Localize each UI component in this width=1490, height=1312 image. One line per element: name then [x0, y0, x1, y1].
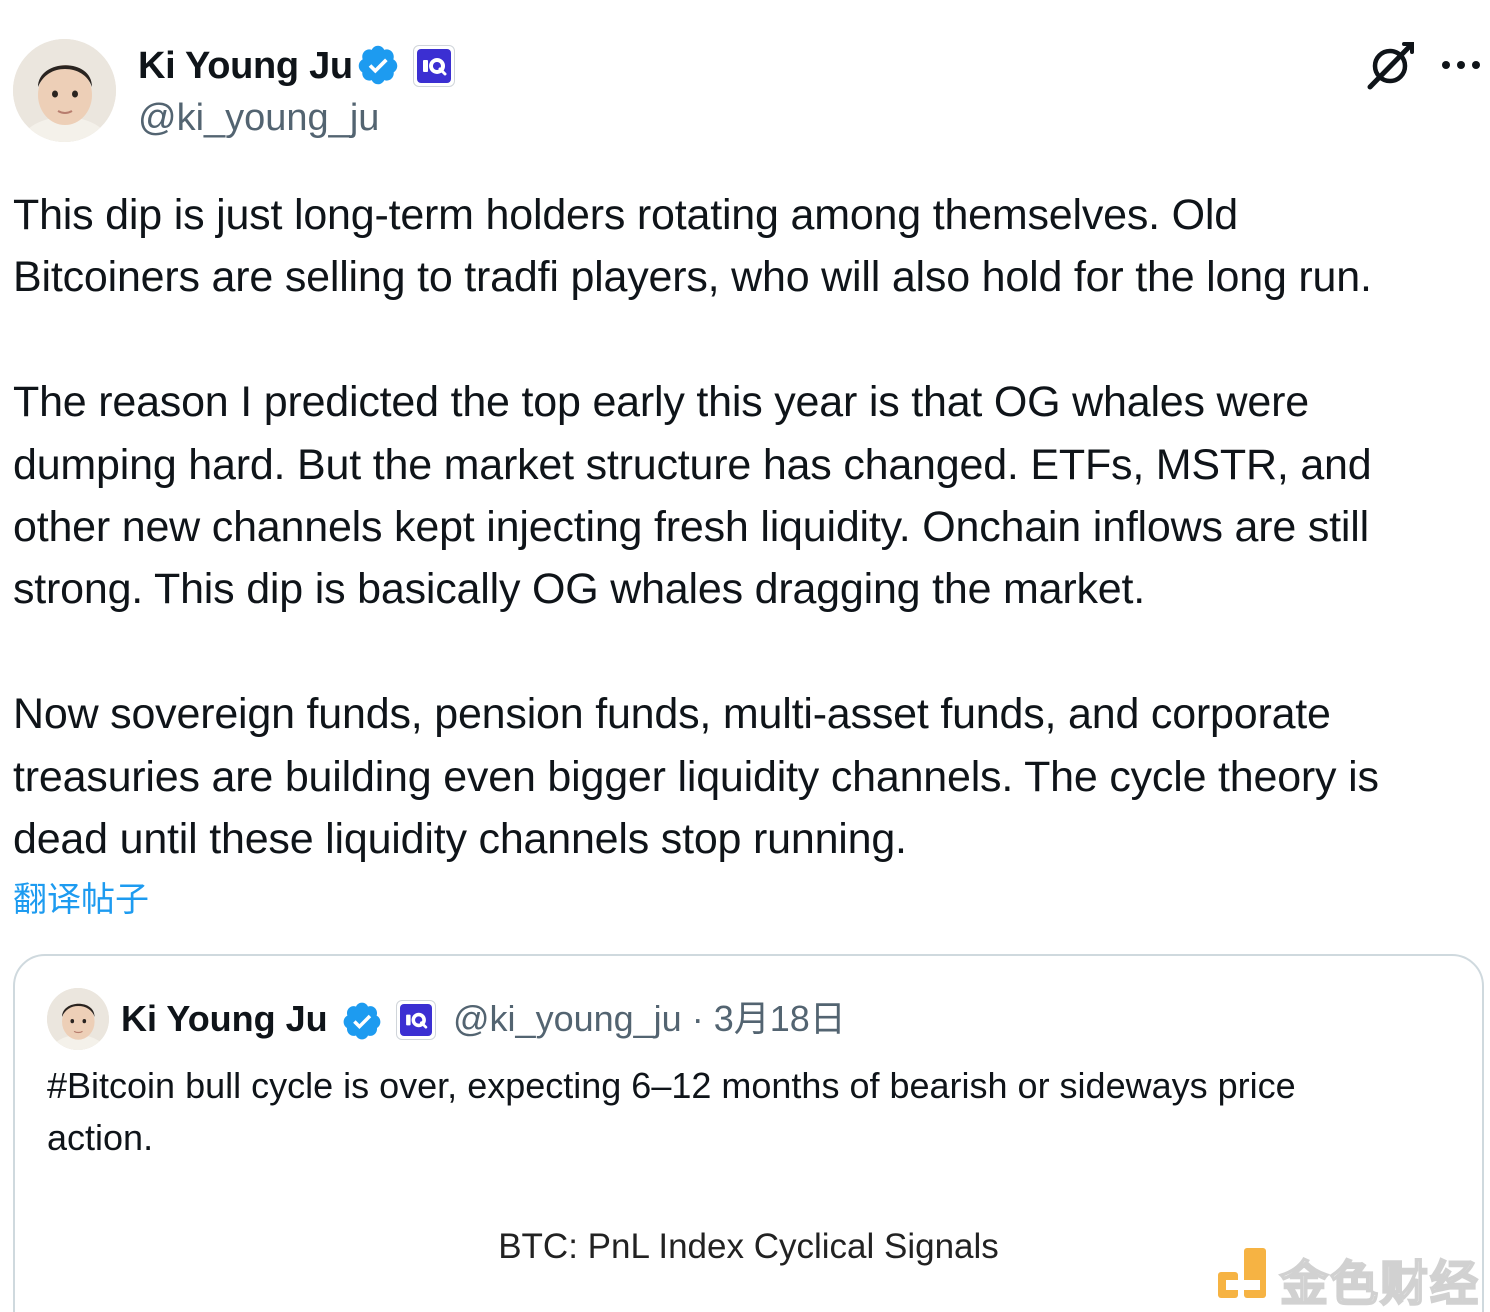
jinse-watermark: 金色财经 [1214, 1242, 1484, 1312]
translate-post-link[interactable]: 翻译帖子 [13, 876, 149, 924]
tweet-text-line: treasuries are building even bigger liqu… [13, 752, 1379, 801]
tweet-paragraph: This dip is just long-term holders rotat… [13, 184, 1488, 309]
author-display-name[interactable]: Ki Young Ju [138, 42, 353, 90]
verified-badge-icon[interactable] [356, 43, 400, 87]
author-avatar[interactable] [13, 39, 116, 142]
tweet-text-line: dead until these liquidity channels stop… [13, 815, 907, 864]
grok-icon[interactable] [1366, 40, 1416, 90]
tweet-paragraph: The reason I predicted the top early thi… [13, 371, 1488, 621]
tweet-text-line: dumping hard. But the market structure h… [13, 440, 1372, 489]
affiliation-badge-icon[interactable] [413, 45, 455, 87]
verified-badge-icon[interactable] [341, 1000, 383, 1042]
watermark-text: 金色财经 [1279, 1255, 1481, 1312]
author-handle[interactable]: @ki_young_ju [138, 94, 379, 142]
more-options-icon[interactable] [1438, 50, 1484, 80]
quoted-author-display-name[interactable]: Ki Young Ju [121, 996, 328, 1042]
tweet-text-line: The reason I predicted the top early thi… [13, 378, 1309, 427]
quoted-tweet-meta: @ki_young_ju · 3月18日 [453, 996, 846, 1042]
quoted-tweet-body: #Bitcoin bull cycle is over, expecting 6… [47, 1060, 1457, 1164]
quoted-author-avatar[interactable] [47, 988, 109, 1050]
affiliation-badge-icon[interactable] [396, 1000, 436, 1040]
quoted-author-handle[interactable]: @ki_young_ju [453, 998, 682, 1039]
tweet-text-line: other new channels kept injecting fresh … [13, 503, 1369, 552]
tweet-text-line: Bitcoiners are selling to tradfi players… [13, 253, 1372, 302]
tweet-text-line: This dip is just long-term holders rotat… [13, 191, 1238, 239]
quoted-text-line: #Bitcoin bull cycle is over, expecting 6… [47, 1065, 1296, 1106]
tweet-text-line: Now sovereign funds, pension funds, mult… [13, 690, 1331, 739]
meta-separator: · [691, 998, 704, 1039]
tweet-body: This dip is just long-term holders rotat… [13, 184, 1488, 870]
tweet-text-line: strong. This dip is basically OG whales … [13, 565, 1146, 614]
quoted-tweet-date[interactable]: 3月18日 [714, 998, 846, 1039]
tweet-paragraph: Now sovereign funds, pension funds, mult… [13, 683, 1488, 870]
jinse-logo-icon [1218, 1248, 1266, 1298]
tweet-detail: Ki Young Ju @ki_young_ju This dip is jus… [0, 0, 1490, 1312]
quoted-text-line: action. [47, 1117, 154, 1158]
